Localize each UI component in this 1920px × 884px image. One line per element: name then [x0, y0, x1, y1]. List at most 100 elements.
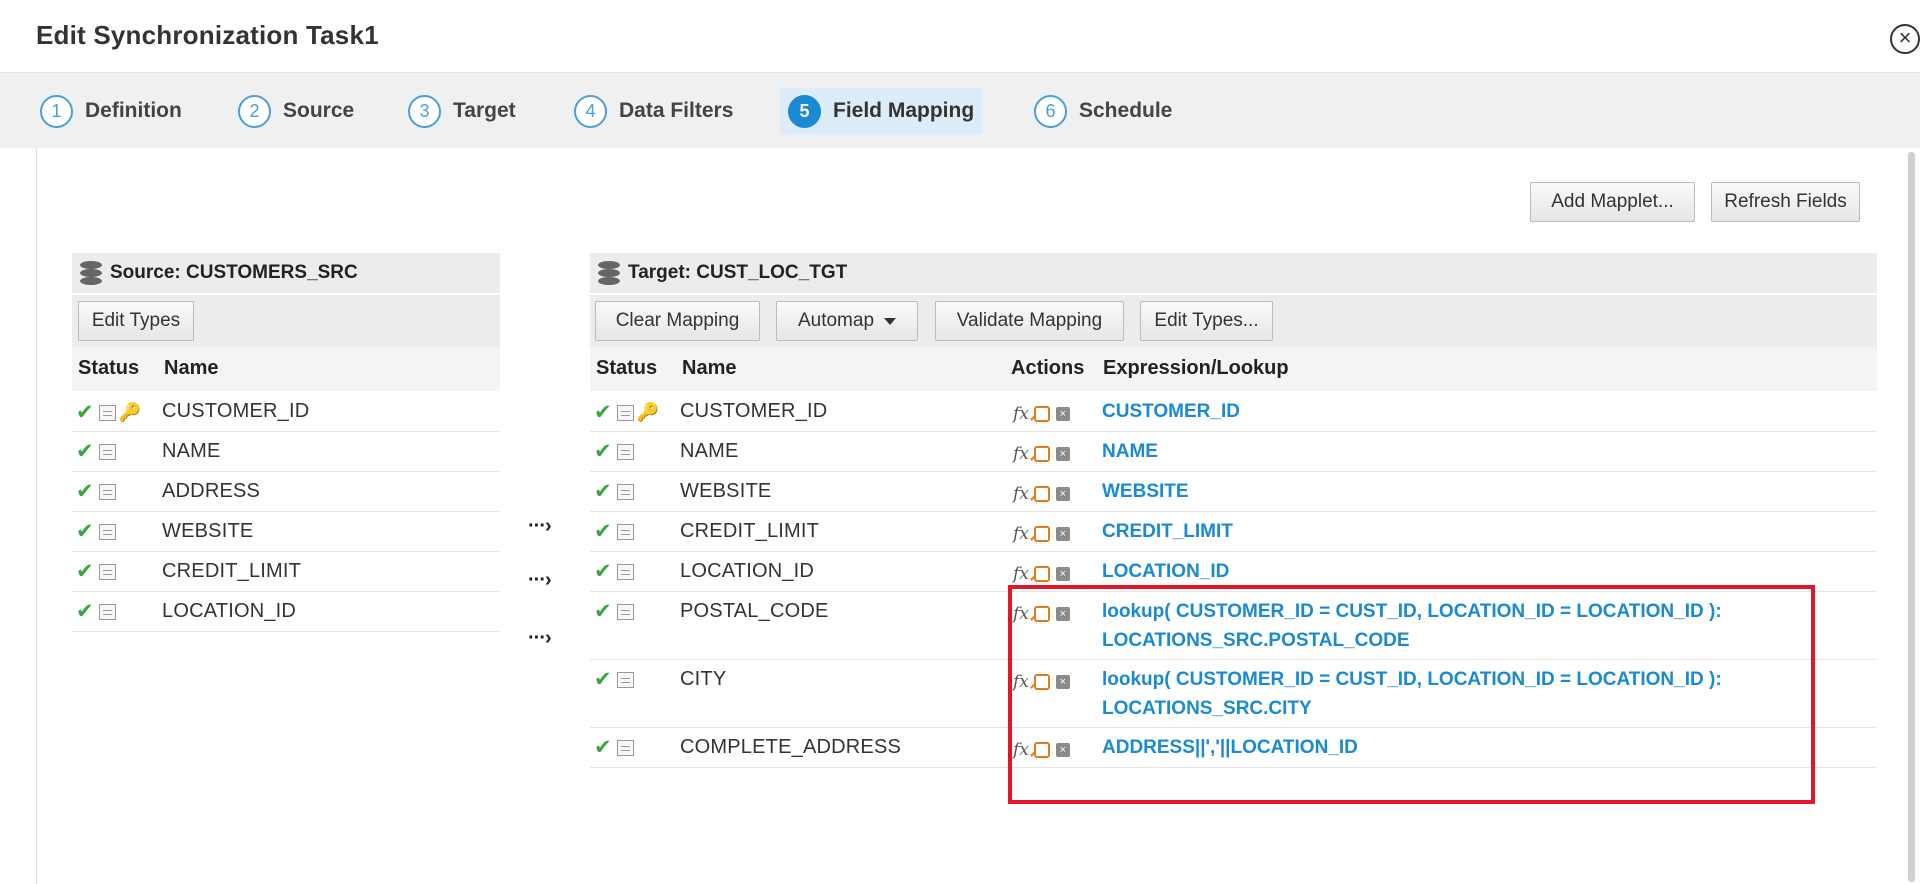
refresh-fields-button[interactable]: Refresh Fields [1711, 182, 1860, 222]
step-data-filters[interactable]: 4 Data Filters [566, 88, 741, 134]
function-icon[interactable]: fx [1013, 484, 1029, 504]
field-name: CREDIT_LIMIT [162, 560, 302, 582]
vertical-scrollbar[interactable] [1908, 152, 1915, 882]
source-field-row[interactable]: ✔ 🔑 CUSTOMER_ID [72, 392, 500, 432]
clear-expression-icon[interactable]: × [1055, 487, 1070, 501]
edit-task-dialog: Edit Synchronization Task1 × 1 Definitio… [0, 0, 1920, 884]
step-schedule[interactable]: 6 Schedule [1026, 88, 1180, 134]
target-edit-types-button[interactable]: Edit Types... [1140, 301, 1273, 341]
status-cell: ✔ [76, 520, 116, 543]
field-name: NAME [162, 440, 221, 462]
check-icon: ✔ [76, 520, 94, 543]
field-doc-icon [98, 444, 116, 460]
status-cell: ✔ 🔑 [76, 402, 141, 423]
field-doc-icon [98, 404, 116, 421]
mapping-arrow-icon: ···› [528, 515, 552, 537]
close-icon[interactable]: × [1890, 24, 1920, 54]
field-name: NAME [680, 440, 739, 462]
step-target[interactable]: 3 Target [400, 88, 524, 134]
target-field-row[interactable]: ✔ WEBSITE fx × WEBSITE [590, 472, 1877, 512]
lookup-icon[interactable] [1033, 566, 1050, 582]
database-icon [598, 261, 620, 285]
lookup-icon[interactable] [1033, 526, 1050, 542]
clear-expression-icon[interactable]: × [1055, 567, 1070, 581]
lookup-icon[interactable] [1033, 406, 1050, 422]
check-icon: ✔ [76, 560, 94, 583]
function-icon[interactable]: fx [1013, 404, 1029, 424]
status-cell: ✔ [594, 600, 634, 623]
check-icon: ✔ [76, 440, 94, 463]
lookup-icon[interactable] [1033, 486, 1050, 502]
lookup-icon[interactable] [1033, 446, 1050, 462]
step-label: Data Filters [619, 99, 734, 122]
dialog-titlebar: Edit Synchronization Task1 × [0, 0, 1920, 72]
field-name: COMPLETE_ADDRESS [680, 736, 902, 758]
clear-expression-icon[interactable]: × [1055, 447, 1070, 461]
row-actions: fx × [1013, 484, 1070, 504]
status-cell: ✔ [76, 440, 116, 463]
source-field-row[interactable]: ✔ NAME [72, 432, 500, 472]
clear-expression-icon[interactable]: × [1055, 407, 1070, 421]
step-definition[interactable]: 1 Definition [32, 88, 190, 134]
expression-cell[interactable]: CUSTOMER_ID [1102, 397, 1240, 426]
check-icon: ✔ [76, 480, 94, 503]
field-name: ADDRESS [162, 480, 261, 502]
target-field-row[interactable]: ✔ CREDIT_LIMIT fx × CREDIT_LIMIT [590, 512, 1877, 552]
field-doc-icon [616, 564, 634, 580]
step-label: Definition [85, 99, 182, 122]
step-source[interactable]: 2 Source [230, 88, 362, 134]
row-actions: fx × [1013, 404, 1070, 424]
target-field-row[interactable]: ✔ NAME fx × NAME [590, 432, 1877, 472]
target-field-row[interactable]: ✔ 🔑 CUSTOMER_ID fx × CUSTOMER_ID [590, 392, 1877, 432]
column-status: Status [78, 357, 140, 379]
check-icon: ✔ [594, 600, 612, 623]
field-doc-icon [616, 740, 634, 756]
function-icon[interactable]: fx [1013, 564, 1029, 584]
wizard-steps: 1 Definition 2 Source 3 Target 4 Data Fi… [0, 72, 1920, 148]
clear-expression-icon[interactable]: × [1055, 527, 1070, 541]
source-field-row[interactable]: ✔ WEBSITE [72, 512, 500, 552]
dialog-title: Edit Synchronization Task1 [36, 20, 379, 50]
source-field-row[interactable]: ✔ ADDRESS [72, 472, 500, 512]
expression-line-1: WEBSITE [1102, 481, 1189, 502]
check-icon: ✔ [76, 600, 94, 623]
field-name: CUSTOMER_ID [680, 400, 828, 422]
status-cell: ✔ [594, 520, 634, 543]
expression-cell[interactable]: CREDIT_LIMIT [1102, 517, 1233, 546]
source-edit-types-button[interactable]: Edit Types [78, 301, 194, 341]
check-icon: ✔ [594, 668, 612, 691]
column-name: Name [682, 357, 737, 379]
expression-cell[interactable]: LOCATION_ID [1102, 557, 1229, 586]
step-field-mapping[interactable]: 5 Field Mapping [780, 88, 983, 134]
function-icon[interactable]: fx [1013, 524, 1029, 544]
automap-label: Automap [797, 310, 875, 331]
source-header: Source: CUSTOMERS_SRC [72, 253, 500, 293]
status-cell: ✔ [594, 441, 634, 462]
validate-mapping-button[interactable]: Validate Mapping [935, 301, 1124, 341]
source-field-row[interactable]: ✔ LOCATION_ID [72, 592, 500, 632]
column-actions: Actions [1011, 357, 1085, 379]
step-number: 2 [238, 94, 271, 128]
add-mapplet-button[interactable]: Add Mapplet... [1530, 182, 1695, 222]
field-name: WEBSITE [680, 480, 772, 502]
function-icon[interactable]: fx [1013, 444, 1029, 464]
row-actions: fx × [1013, 444, 1070, 464]
status-cell: ✔ [594, 480, 634, 503]
column-status: Status [596, 357, 658, 379]
key-icon: 🔑 [118, 402, 142, 422]
field-name: CUSTOMER_ID [162, 400, 310, 422]
check-icon: ✔ [594, 736, 612, 759]
check-icon: ✔ [594, 520, 612, 543]
expression-cell[interactable]: NAME [1102, 437, 1158, 466]
column-expression: Expression/Lookup [1103, 357, 1289, 379]
check-icon: ✔ [594, 480, 612, 503]
expression-cell[interactable]: WEBSITE [1102, 477, 1189, 506]
field-name: CREDIT_LIMIT [680, 520, 820, 542]
status-cell: ✔ [76, 560, 116, 583]
clear-mapping-button[interactable]: Clear Mapping [595, 301, 760, 341]
expression-line-1: CREDIT_LIMIT [1102, 521, 1233, 542]
field-name: LOCATION_ID [680, 560, 815, 582]
row-actions: fx × [1013, 564, 1070, 584]
source-field-row[interactable]: ✔ CREDIT_LIMIT [72, 552, 500, 592]
automap-button[interactable]: Automap [776, 301, 918, 341]
